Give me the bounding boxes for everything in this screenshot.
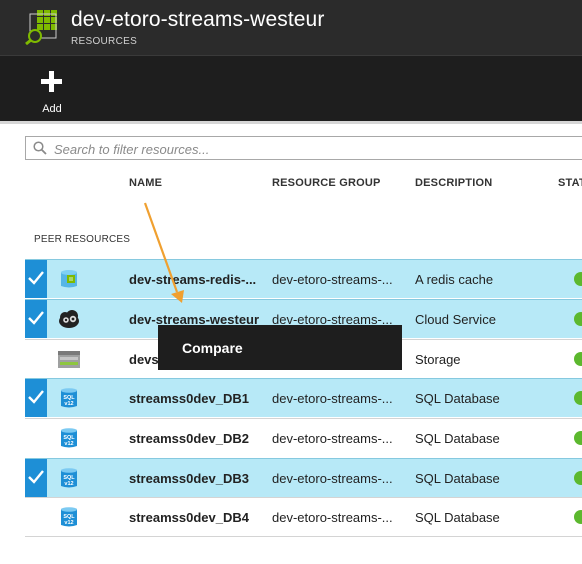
row-checkbox[interactable]: [25, 300, 47, 338]
status-ok-icon: [574, 510, 582, 524]
resource-group-cell: dev-etoro-streams-...: [272, 431, 393, 446]
divider: [0, 121, 582, 124]
description-cell: SQL Database: [415, 431, 500, 446]
table-row[interactable]: dev-streams-redis-... dev-etoro-streams-…: [25, 259, 582, 298]
search-box: [25, 136, 582, 160]
sql-database-icon: SQL v12: [61, 428, 77, 448]
search-icon: [33, 141, 47, 155]
section-label-peer-resources: PEER RESOURCES: [34, 234, 131, 245]
column-header-description[interactable]: DESCRIPTION: [415, 177, 492, 189]
resource-group-cell: dev-etoro-streams-...: [272, 471, 393, 486]
svg-text:v12: v12: [64, 520, 73, 526]
blade-header: dev-etoro-streams-westeur RESOURCES: [0, 0, 582, 55]
resource-group-icon: [25, 10, 57, 45]
page-subtitle: RESOURCES: [71, 36, 138, 47]
sql-database-icon: SQL v12: [61, 388, 77, 408]
checkmark-icon: [28, 390, 44, 404]
status-ok-icon: [574, 431, 582, 445]
resource-name[interactable]: streamss0dev_DB4: [129, 510, 249, 525]
resource-group-cell: dev-etoro-streams-...: [272, 272, 393, 287]
context-menu-item-compare[interactable]: Compare: [182, 340, 243, 356]
add-button-label: Add: [42, 103, 62, 115]
command-bar: Add: [0, 55, 582, 122]
row-checkbox[interactable]: [25, 260, 47, 298]
table-row[interactable]: SQL v12 streamss0dev_DB2 dev-etoro-strea…: [25, 418, 582, 457]
search-input[interactable]: [52, 139, 576, 159]
description-cell: Storage: [415, 352, 461, 367]
table-row[interactable]: SQL v12 streamss0dev_DB3 dev-etoro-strea…: [25, 458, 582, 497]
status-ok-icon: [574, 352, 582, 366]
row-checkbox[interactable]: [25, 498, 47, 536]
row-checkbox[interactable]: [25, 379, 47, 417]
resource-name[interactable]: streamss0dev_DB1: [129, 391, 249, 406]
svg-text:v12: v12: [64, 401, 73, 407]
checkmark-icon: [28, 271, 44, 285]
svg-text:v12: v12: [64, 481, 73, 487]
context-menu: Compare: [158, 325, 402, 370]
status-ok-icon: [574, 272, 582, 286]
table-row[interactable]: SQL v12 streamss0dev_DB4 dev-etoro-strea…: [25, 497, 582, 537]
sql-database-icon: SQL v12: [61, 507, 77, 527]
resource-name[interactable]: streamss0dev_DB3: [129, 471, 249, 486]
add-button[interactable]: Add: [33, 68, 71, 115]
resource-name[interactable]: streamss0dev_DB2: [129, 431, 249, 446]
column-header-resource-group[interactable]: RESOURCE GROUP: [272, 177, 381, 189]
status-ok-icon: [574, 312, 582, 326]
checkmark-icon: [28, 470, 44, 484]
resource-group-cell: dev-etoro-streams-...: [272, 510, 393, 525]
status-ok-icon: [574, 391, 582, 405]
description-cell: SQL Database: [415, 471, 500, 486]
redis-cache-icon: [61, 270, 77, 288]
resource-name[interactable]: dev-streams-redis-...: [129, 272, 256, 287]
status-ok-icon: [574, 471, 582, 485]
storage-icon: [58, 351, 80, 368]
svg-text:v12: v12: [64, 441, 73, 447]
table-row[interactable]: SQL v12 streamss0dev_DB1 dev-etoro-strea…: [25, 378, 582, 417]
description-cell: SQL Database: [415, 510, 500, 525]
row-checkbox[interactable]: [25, 340, 47, 378]
plus-icon: [41, 71, 62, 92]
page-title: dev-etoro-streams-westeur: [71, 8, 325, 31]
checkmark-icon: [28, 311, 44, 325]
row-checkbox[interactable]: [25, 459, 47, 497]
column-header-status[interactable]: STAT: [558, 177, 582, 189]
resource-group-cell: dev-etoro-streams-...: [272, 391, 393, 406]
sql-database-icon: SQL v12: [61, 468, 77, 488]
column-header-name[interactable]: NAME: [129, 177, 162, 189]
row-checkbox[interactable]: [25, 419, 47, 457]
description-cell: A redis cache: [415, 272, 494, 287]
description-cell: SQL Database: [415, 391, 500, 406]
description-cell: Cloud Service: [415, 312, 496, 327]
cloud-service-icon: [59, 310, 79, 328]
